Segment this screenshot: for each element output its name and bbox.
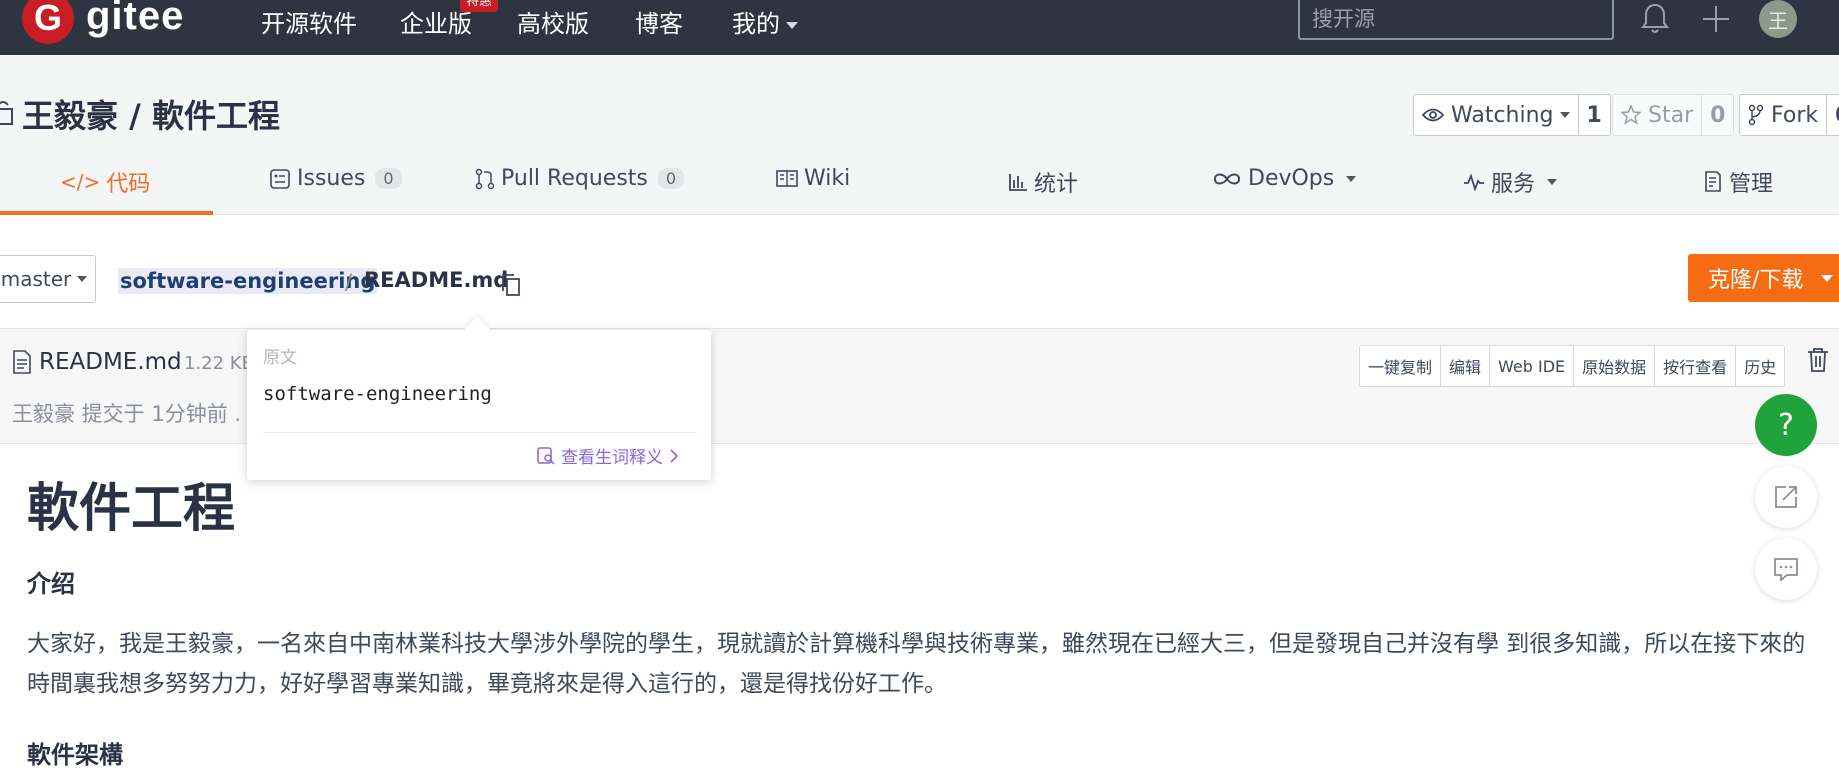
search-box xyxy=(1298,0,1614,40)
feedback-button[interactable] xyxy=(1755,538,1817,600)
branch-select[interactable]: master xyxy=(0,255,96,303)
readme-section-heading: 介绍 xyxy=(27,570,75,598)
tab-wiki-label: Wiki xyxy=(804,166,851,191)
watch-button[interactable]: Watching 1 xyxy=(1413,94,1611,136)
tab-stats-label: 统计 xyxy=(1034,172,1079,197)
tab-wiki[interactable]: Wiki xyxy=(776,166,850,191)
chevron-down-icon xyxy=(77,276,88,282)
nav-mine-label: 我的 xyxy=(732,10,780,38)
star-button[interactable]: Star 0 xyxy=(1612,94,1735,136)
chevron-down-icon xyxy=(786,21,798,29)
infinity-icon xyxy=(1213,173,1241,184)
popup-label: 原文 xyxy=(263,348,297,368)
tabs-divider xyxy=(0,214,1839,215)
active-tab-indicator xyxy=(0,211,213,215)
popup-word: software-engineering xyxy=(263,383,492,405)
pulls-count-badge: 0 xyxy=(657,168,685,189)
web-ide-button[interactable]: Web IDE xyxy=(1489,346,1573,386)
trash-icon[interactable] xyxy=(1806,347,1830,377)
tab-stats[interactable]: 统计 xyxy=(1008,166,1078,198)
watch-label: Watching xyxy=(1451,102,1554,128)
copy-icon[interactable] xyxy=(500,273,522,301)
clone-label: 克隆/下载 xyxy=(1708,268,1804,293)
readme-next-heading: 軟件架構 xyxy=(27,741,123,769)
fork-icon xyxy=(1748,104,1764,126)
history-button[interactable]: 历史 xyxy=(1735,346,1784,386)
blame-button[interactable]: 按行查看 xyxy=(1654,346,1735,386)
copy-all-button[interactable]: 一键复制 xyxy=(1360,346,1440,386)
code-icon: </> xyxy=(60,170,101,194)
chevron-down-icon xyxy=(1559,112,1570,118)
chevron-down-icon xyxy=(1547,179,1558,185)
tab-code[interactable]: </> 代码 xyxy=(60,166,150,198)
chat-icon xyxy=(1774,558,1798,581)
tab-services-label: 服务 xyxy=(1491,172,1536,197)
book-icon xyxy=(776,169,798,187)
issues-icon xyxy=(270,168,290,189)
promo-badge: 特惠 xyxy=(460,0,499,12)
tab-issues-label: Issues xyxy=(297,166,366,191)
nav-education[interactable]: 高校版 xyxy=(517,4,589,39)
pull-request-icon xyxy=(475,168,495,189)
fork-count[interactable]: 0 xyxy=(1826,95,1839,135)
chevron-right-icon xyxy=(670,448,679,463)
raw-button[interactable]: 原始数据 xyxy=(1573,346,1654,386)
chevron-down-icon xyxy=(1346,175,1357,182)
tab-manage-label: 管理 xyxy=(1729,172,1774,197)
bell-icon[interactable] xyxy=(1640,2,1670,40)
file-action-bar: 一键复制 编辑 Web IDE 原始数据 按行查看 历史 xyxy=(1359,345,1786,387)
readme-paragraph: 大家好，我是王毅豪，一名來自中南林業科技大學涉外學院的學生，現就讀於計算機科學與… xyxy=(27,631,1806,697)
eye-icon xyxy=(1422,108,1444,122)
tab-manage[interactable]: 管理 xyxy=(1703,166,1773,198)
star-icon xyxy=(1621,105,1641,125)
nav-open-source[interactable]: 开源软件 xyxy=(261,4,357,39)
dictionary-search-icon xyxy=(537,446,555,465)
nav-mine[interactable]: 我的 xyxy=(732,4,798,39)
gitee-logo-text[interactable]: gitee xyxy=(86,0,184,39)
pulse-icon xyxy=(1464,173,1484,191)
view-definition-link[interactable]: 查看生词释义 xyxy=(537,443,679,468)
file-size: 1.22 KB xyxy=(184,353,254,374)
popup-divider xyxy=(263,432,697,433)
edit-button[interactable]: 编辑 xyxy=(1440,346,1489,386)
issues-count-badge: 0 xyxy=(375,168,402,189)
external-link-icon xyxy=(1775,486,1797,508)
breadcrumb-file: README.md xyxy=(364,268,509,292)
nav-blog[interactable]: 博客 xyxy=(635,4,683,39)
clone-download-button[interactable]: 克隆/下载 xyxy=(1688,254,1839,302)
breadcrumb-repo-link[interactable]: software-engineering xyxy=(118,268,378,294)
search-input[interactable] xyxy=(1310,6,1604,32)
tab-code-label: 代码 xyxy=(106,172,151,197)
file-icon xyxy=(12,350,32,378)
plus-icon[interactable] xyxy=(1700,2,1732,40)
readme-title: 軟件工程 xyxy=(27,479,236,539)
tab-issues[interactable]: Issues 0 xyxy=(269,166,402,191)
tab-pull-requests[interactable]: Pull Requests 0 xyxy=(475,166,685,191)
breadcrumb-separator: / xyxy=(345,270,353,294)
branch-label: master xyxy=(0,267,72,291)
commit-info: 王毅豪 提交于 1分钟前 . xyxy=(12,402,242,426)
view-definition-label: 查看生词释义 xyxy=(561,448,663,468)
lock-icon xyxy=(0,97,14,131)
help-button[interactable]: ? xyxy=(1755,394,1817,456)
settings-doc-icon xyxy=(1705,171,1721,192)
watch-count[interactable]: 1 xyxy=(1577,95,1610,135)
fork-button[interactable]: Fork 0 xyxy=(1739,94,1839,136)
star-count[interactable]: 0 xyxy=(1701,95,1733,135)
star-label: Star xyxy=(1648,102,1694,128)
chevron-down-icon xyxy=(1821,274,1834,282)
avatar[interactable]: 王 xyxy=(1759,0,1797,38)
repo-title[interactable]: 王毅豪 / 軟件工程 xyxy=(22,91,280,137)
fork-label: Fork xyxy=(1771,102,1819,128)
tab-pull-requests-label: Pull Requests xyxy=(501,166,648,191)
bar-chart-icon xyxy=(1009,174,1027,191)
tab-devops-label: DevOps xyxy=(1248,166,1335,191)
tab-services[interactable]: 服务 xyxy=(1463,166,1558,198)
share-button[interactable] xyxy=(1755,466,1817,528)
tab-devops[interactable]: DevOps xyxy=(1212,166,1357,191)
file-name: README.md xyxy=(39,349,182,375)
